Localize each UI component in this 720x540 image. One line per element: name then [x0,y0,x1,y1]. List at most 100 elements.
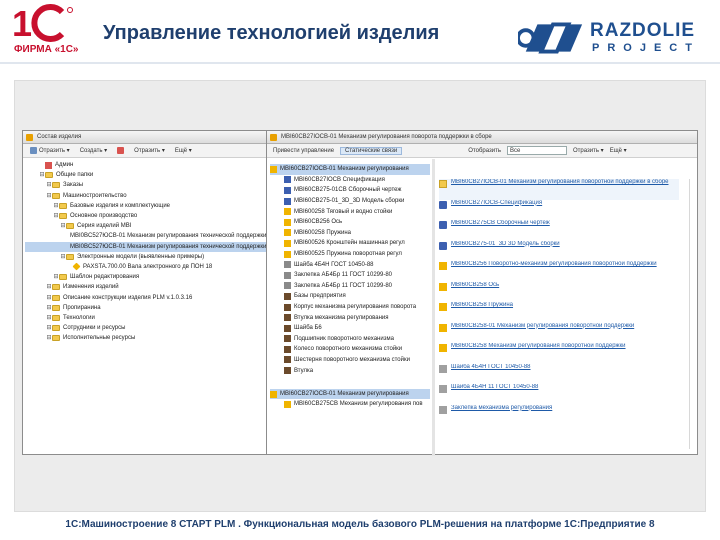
tree-node[interactable]: Втулка механизма регулирования [270,312,430,323]
tree-node-label: Пропиранина [63,304,101,311]
tree-node[interactable]: ⊟ Изменения изделий [25,282,266,292]
tab-management[interactable]: Привести управление [273,148,334,154]
toolbar-button[interactable]: Ещё ▾ [172,145,195,156]
tree-node[interactable]: MBI600258 Тяговый и водно стойки [270,206,430,217]
tree-node[interactable]: Шайба Б6 [270,323,430,334]
toolbar-button[interactable]: Отразить ▾ [27,145,73,156]
folder-icon [52,284,60,291]
tree-node[interactable]: ⊟ Сотрудники и ресурсы [25,323,266,333]
linked-object-item[interactable]: Шайба 4Б4Н ГОСТ 10450-88 [439,364,679,385]
linked-object-item[interactable]: MBI60CB275CB Сборочный чертеж [439,220,679,241]
razdolie-logo: RAZDOLIE PROJECT [518,18,713,58]
tree-node[interactable]: Втулка [270,365,430,376]
linked-object-item[interactable]: MBI60CB27IOCB-01 Механизм регулирования … [439,179,679,200]
item-icon [72,263,81,271]
linked-object-link[interactable]: Шайба 4Б4Н 11 ГОСТ 10450-88 [451,384,538,391]
tree-node[interactable]: ⊟ Описание конструкции изделия PLM v.1.0.… [25,292,266,302]
linked-object-item[interactable]: MBI60CB258 Пружина [439,302,679,323]
product-window: MBI60CB27IOCB-01 Механизм регулирования … [266,130,698,456]
tree-node-label: MBI60CB27IOCB-01 Механизм регулирования [280,391,409,398]
tree-node[interactable]: ⊟ Технологии [25,313,266,323]
filter-select[interactable]: Все [507,146,567,155]
tree-node[interactable]: Админ [25,160,266,170]
tree-node[interactable]: MBI60CB275-01CB Сборочный чертеж [270,185,430,196]
linked-object-item[interactable]: MBI60CB258 Ось [439,282,679,303]
tree-node[interactable]: ⊟ Серия изделий MBI [25,221,266,231]
tree-node[interactable]: MBI60CB27IOCB-01 Механизм регулирования [270,164,430,175]
linked-object-link[interactable]: MBI60CB27IOCB-Спецификация [451,200,542,207]
tree-node-label: MBI600525 Пружина поворотная регул [294,251,402,258]
object-icon [439,405,447,414]
tree-node[interactable]: MBI60CB275-01_3D_3D Модель сборки [270,196,430,207]
tree-node[interactable]: Шестерня поворотного механизма стойки [270,355,430,366]
item-icon [284,400,291,408]
linked-object-item[interactable]: MBI60CB256 Поворотно-механизм регулирова… [439,261,679,282]
tree-node[interactable]: ⊟ Электронные модели (выявленные примеры) [25,252,266,262]
toolbar-button[interactable]: Отразить ▾ [573,147,604,154]
tree-node[interactable]: MBI600525 Пружина поворотная регул [270,249,430,260]
tree-node[interactable]: PAXSTA.700.00 Вала электронного дв ПОН 1… [25,262,266,272]
tree-node[interactable]: MBI60CB27IOCB-01 Механизм регулирования [270,389,430,400]
tree-node[interactable]: ⊟ Заказы [25,180,266,190]
tree-node[interactable]: Корпус механизма регулирования поворота [270,302,430,313]
linked-object-link[interactable]: MBI60CB275-01_3D 3D Модель сборки [451,241,560,248]
linked-object-item[interactable]: MBI60CB27IOCB-Спецификация [439,200,679,221]
tree-node[interactable]: Колесо поворотного механизма стойки [270,344,430,355]
splitter[interactable] [432,159,435,456]
linked-object-link[interactable]: MBI60CB258-01 Механизм регулирования пов… [451,323,634,330]
tree-node[interactable]: ⊟ Базовые изделия и комплектующие [25,201,266,211]
object-icon [439,262,447,270]
tree-node[interactable]: ⊟ Машиностроительство [25,191,266,201]
structure-window-titlebar[interactable]: Состав изделия [23,131,266,144]
tree-node[interactable]: ⊟ Исполнительные ресурсы [25,333,266,343]
linked-object-link[interactable]: MBI60CB258 Пружина [451,302,513,309]
linked-object-item[interactable]: Заклепка механизма регулирования [439,405,679,426]
item-icon [284,197,291,205]
toolbar-button[interactable]: Создать ▾ [77,145,110,156]
folder-icon [66,253,74,260]
linked-object-link[interactable]: MBI60CB27IOCB-01 Механизм регулирования … [451,179,669,186]
tree-node[interactable]: ⊟ Общие папки [25,170,266,180]
folder-icon [66,223,74,230]
tree-node[interactable]: MBI60CB256 Ось [270,217,430,228]
tree-node[interactable]: Заклепка АБ4Бр 11 ГОСТ 10299-80 [270,281,430,292]
tree-node-label: Шаблон редактирования [70,274,140,281]
folder-icon [52,335,60,342]
linked-object-item[interactable]: MBI60CB258 Механизм регулирования поворо… [439,343,679,364]
linked-object-item[interactable]: MBI60CB258-01 Механизм регулирования пов… [439,323,679,344]
toolbar-button[interactable]: Ещё ▾ [610,147,627,154]
linked-object-link[interactable]: Заклепка механизма регулирования [451,405,552,412]
linked-object-item[interactable]: MBI60CB275-01_3D 3D Модель сборки [439,241,679,262]
firm-label: ФИРМА «1С» [14,44,79,55]
tree-node[interactable]: MBI0BC527ЮCB-01 Механизм регулирования т… [25,241,266,252]
tree-node-label: MBI0BC527ЮCB-01 Механизм регулирования т… [70,243,266,250]
tree-node-label: Исполнительные ресурсы [63,335,136,342]
linked-object-link[interactable]: MBI60CB256 Поворотно-механизм регулирова… [451,261,657,268]
tree-node[interactable]: Шайба 4Б4Н ГОСТ 10450-88 [270,259,430,270]
object-icon [439,241,447,250]
tree-node[interactable]: ⊟ Шаблон редактирования [25,272,266,282]
tree-node[interactable]: Базы предприятия [270,291,430,302]
product-window-title: MBI60CB27IOCB-01 Механизм регулирования … [281,134,492,140]
tree-node[interactable]: MBI60CB27IOCB Спецификация [270,175,430,186]
tree-node[interactable]: ⊟ Основное производство [25,211,266,221]
toolbar-button[interactable]: Отразить ▾ [131,145,168,156]
product-window-titlebar[interactable]: MBI60CB27IOCB-01 Механизм регулирования … [267,131,697,144]
delete-button[interactable] [114,145,127,156]
linked-object-item[interactable]: Шайба 4Б4Н 11 ГОСТ 10450-88 [439,384,679,405]
tree-node[interactable]: Подшипник поворотного механизма [270,334,430,345]
linked-object-link[interactable]: MBI60CB258 Ось [451,282,499,289]
tree-node[interactable]: MBI600526 Кронштейн машинная регул [270,238,430,249]
item-icon [284,239,291,247]
tree-node[interactable]: MBI600258 Пружина [270,228,430,239]
tree-node[interactable]: MBI60CB275CB Механизм регулирования пов [270,399,430,409]
tree-node[interactable]: Заклепка АБ4Бр 11 ГОСТ 10299-80 [270,270,430,281]
linked-object-link[interactable]: MBI60CB275CB Сборочный чертеж [451,220,550,227]
linked-object-link[interactable]: Шайба 4Б4Н ГОСТ 10450-88 [451,364,531,371]
tree-node[interactable]: MBI0BC527ЮCB-01 Механизм регулирования т… [25,231,266,241]
vertical-scrollbar[interactable] [689,179,695,449]
tree-node[interactable]: ⊟ Пропиранина [25,303,266,313]
tab-static-links[interactable]: Статические связи [340,146,403,155]
linked-object-link[interactable]: MBI60CB258 Механизм регулирования поворо… [451,343,626,350]
tree-node-label: Корпус механизма регулирования поворота [294,304,417,311]
